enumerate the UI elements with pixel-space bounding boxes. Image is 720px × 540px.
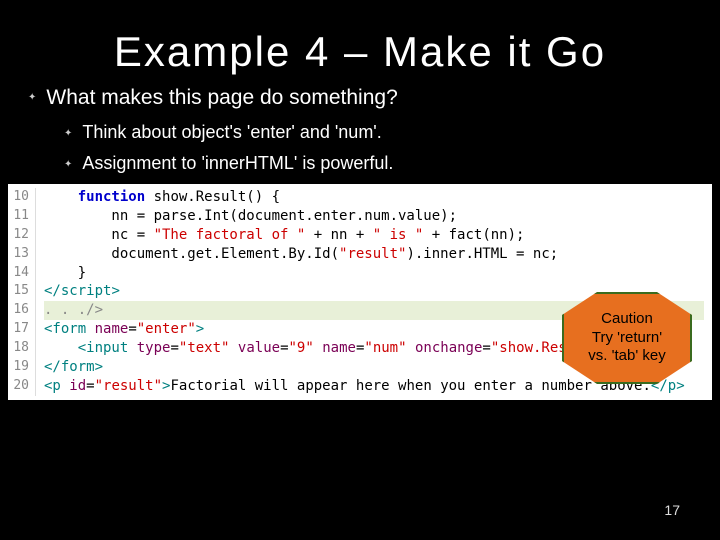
bullet-icon: ✦ xyxy=(28,92,36,103)
line-number: 10 xyxy=(8,188,29,207)
code-line: } xyxy=(44,264,704,283)
bullet-level1: ✦ What makes this page do something? xyxy=(28,86,692,110)
slide-number: 17 xyxy=(664,502,680,518)
callout-line: Try 'return' xyxy=(592,329,662,348)
line-number: 16 xyxy=(8,301,29,320)
line-gutter: 1011121314151617181920 xyxy=(8,188,36,396)
bullet-level2: ✦ Assignment to 'innerHTML' is powerful. xyxy=(64,153,692,174)
footer-date: December 17, 2021 xyxy=(535,502,632,514)
callout-line: Caution xyxy=(601,310,653,329)
caution-callout: Caution Try 'return' vs. 'tab' key xyxy=(562,292,692,384)
code-line: document.get.Element.By.Id("result").inn… xyxy=(44,245,704,264)
bullet-icon: ✦ xyxy=(64,159,72,170)
line-number: 18 xyxy=(8,339,29,358)
callout-line: vs. 'tab' key xyxy=(588,347,665,366)
bullet-text: What makes this page do something? xyxy=(46,86,397,110)
line-number: 11 xyxy=(8,207,29,226)
line-number: 20 xyxy=(8,377,29,396)
line-number: 13 xyxy=(8,245,29,264)
bullet-text: Think about object's 'enter' and 'num'. xyxy=(82,122,381,143)
line-number: 15 xyxy=(8,282,29,301)
bullet-icon: ✦ xyxy=(64,128,72,139)
octagon-shape: Caution Try 'return' vs. 'tab' key xyxy=(562,292,692,384)
bullet-level2: ✦ Think about object's 'enter' and 'num'… xyxy=(64,122,692,143)
line-number: 17 xyxy=(8,320,29,339)
slide-title: Example 4 – Make it Go xyxy=(0,0,720,76)
bullet-list: ✦ What makes this page do something? ✦ T… xyxy=(0,76,720,174)
footer-course: CT 310 - Web Development, Colorado State… xyxy=(44,502,311,514)
bullet-text: Assignment to 'innerHTML' is powerful. xyxy=(82,153,393,174)
code-line: nc = "The factoral of " + nn + " is " + … xyxy=(44,226,704,245)
code-line: function show.Result() { xyxy=(44,188,704,207)
code-line: nn = parse.Int(document.enter.num.value)… xyxy=(44,207,704,226)
line-number: 14 xyxy=(8,264,29,283)
line-number: 12 xyxy=(8,226,29,245)
line-number: 19 xyxy=(8,358,29,377)
